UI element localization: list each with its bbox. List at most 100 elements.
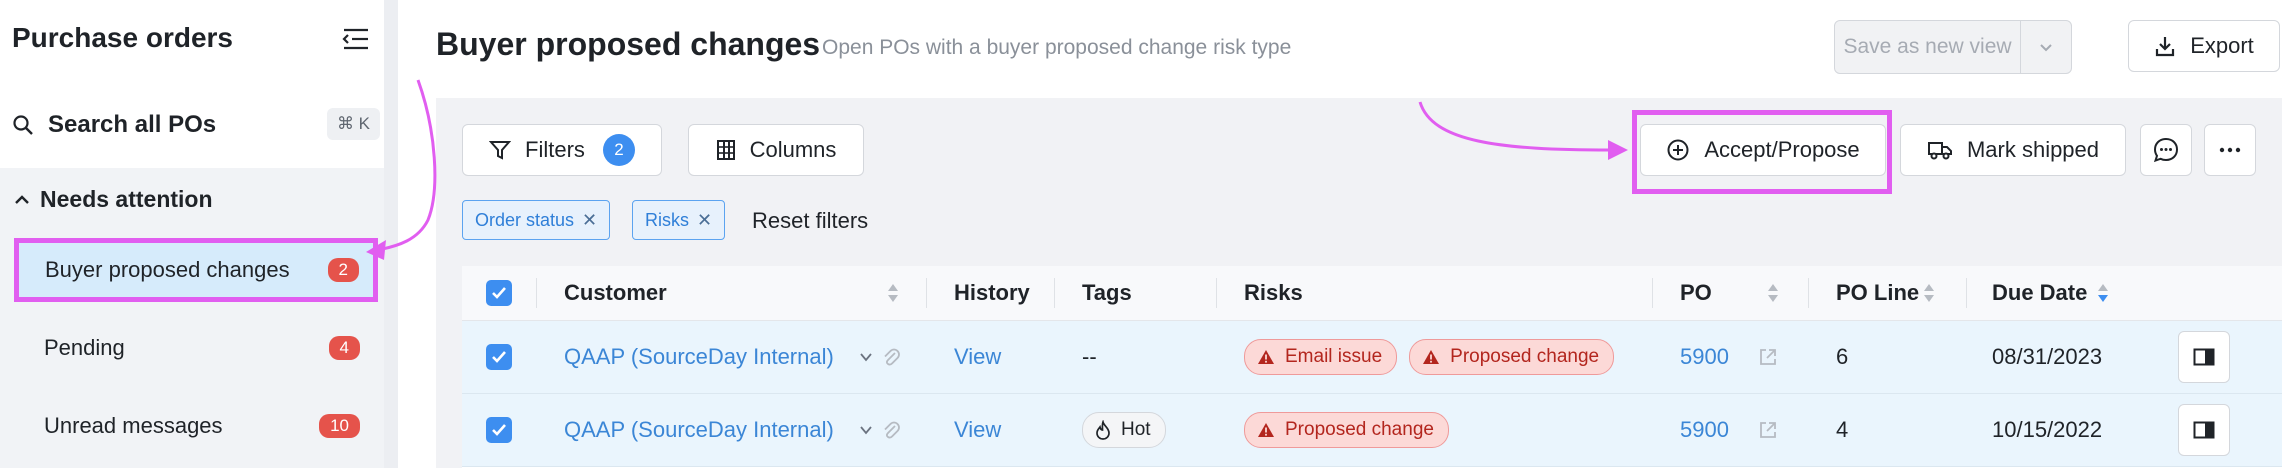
due-date-value: 10/15/2022 <box>1992 417 2103 442</box>
table-row[interactable]: QAAP (SourceDay Internal) View -- Email … <box>462 321 2282 394</box>
save-view-label: Save as new view <box>1835 21 2021 73</box>
column-header-history[interactable]: History <box>954 266 1030 320</box>
po-link[interactable]: 5900 <box>1680 321 1729 393</box>
count-badge: 2 <box>327 258 359 282</box>
sidebar-item-label: Pending <box>44 335 125 360</box>
save-as-new-view-button[interactable]: Save as new view <box>1834 20 2072 74</box>
chip-label: Order status <box>475 209 575 230</box>
page-title: Buyer proposed changes <box>436 26 821 62</box>
annotation-highlight-box <box>1632 110 1892 194</box>
needs-attention-section: Needs attention Buyer proposed changes 2… <box>0 168 384 468</box>
sort-descending-icon[interactable] <box>2096 282 2110 304</box>
risk-badge-proposed-change: Proposed change <box>1244 412 1449 448</box>
select-all-checkbox[interactable] <box>486 266 512 320</box>
chevron-down-icon[interactable] <box>858 349 874 365</box>
paperclip-icon[interactable] <box>882 420 900 440</box>
columns-button[interactable]: Columns <box>688 124 864 176</box>
columns-label: Columns <box>749 137 837 162</box>
table-row[interactable]: QAAP (SourceDay Internal) View Hot Propo… <box>462 394 2282 467</box>
warning-icon <box>1258 350 1274 364</box>
column-header-risks[interactable]: Risks <box>1244 266 1303 320</box>
warning-icon <box>1258 423 1274 437</box>
external-link-icon[interactable] <box>1758 420 1778 440</box>
row-checkbox[interactable] <box>486 394 512 466</box>
tag-hot[interactable]: Hot <box>1082 412 1166 448</box>
filter-chip-order-status[interactable]: Order status ✕ <box>462 200 611 240</box>
filter-chip-risks[interactable]: Risks ✕ <box>632 200 726 240</box>
section-label: Needs attention <box>40 186 213 212</box>
due-date-value: 08/31/2023 <box>1992 344 2103 369</box>
filters-label: Filters <box>525 137 585 162</box>
chat-bubble-icon <box>2153 137 2179 163</box>
close-icon[interactable]: ✕ <box>582 210 597 231</box>
tags-cell: Hot <box>1082 394 1166 466</box>
column-header-tags[interactable]: Tags <box>1082 266 1132 320</box>
po-line-value: 4 <box>1836 417 1849 442</box>
sidebar: Purchase orders Search all POs ⌘ K Needs… <box>0 0 398 468</box>
ellipsis-icon <box>2219 147 2241 153</box>
risks-cell: Proposed change <box>1244 394 1461 466</box>
filters-count-badge: 2 <box>602 134 635 166</box>
customer-link[interactable]: QAAP (SourceDay Internal) <box>564 394 834 466</box>
chevron-down-icon[interactable] <box>858 422 874 438</box>
messages-button[interactable] <box>2140 124 2192 176</box>
search-all-pos[interactable]: Search all POs ⌘ K <box>10 104 380 146</box>
export-label: Export <box>2190 33 2254 58</box>
truck-icon <box>1927 142 1952 160</box>
columns-icon <box>716 140 735 160</box>
warning-icon <box>1423 350 1440 364</box>
search-icon <box>13 115 33 135</box>
po-link[interactable]: 5900 <box>1680 394 1729 466</box>
sidebar-item-label: Buyer proposed changes <box>45 257 290 282</box>
reset-filters-link[interactable]: Reset filters <box>752 208 868 234</box>
download-icon <box>2156 37 2175 57</box>
po-table: Customer History Tags Risks PO PO Line D… <box>462 266 2282 468</box>
tags-empty: -- <box>1082 344 1097 369</box>
sidebar-title: Purchase orders <box>12 22 233 53</box>
open-panel-button[interactable] <box>2178 394 2230 466</box>
table-header: Customer History Tags Risks PO PO Line D… <box>462 266 2282 321</box>
sort-icon[interactable] <box>886 282 900 304</box>
export-button[interactable]: Export <box>2128 20 2280 72</box>
collapse-sidebar-icon[interactable] <box>340 24 374 54</box>
history-view-link[interactable]: View <box>954 394 1001 466</box>
risks-cell: Email issue Proposed change <box>1244 321 1626 393</box>
search-label: Search all POs <box>48 111 217 138</box>
row-checkbox[interactable] <box>486 321 512 393</box>
column-header-customer[interactable]: Customer <box>564 266 667 320</box>
column-header-po-line[interactable]: PO Line <box>1836 266 1919 320</box>
chevron-up-icon <box>15 194 29 204</box>
sidebar-item-unread-messages[interactable]: Unread messages 10 <box>16 394 376 458</box>
history-view-link[interactable]: View <box>954 321 1001 393</box>
column-header-po[interactable]: PO <box>1680 266 1712 320</box>
risk-badge-email-issue: Email issue <box>1244 339 1398 375</box>
sort-icon[interactable] <box>1766 282 1780 304</box>
open-panel-button[interactable] <box>2178 321 2230 393</box>
more-options-button[interactable] <box>2204 124 2256 176</box>
external-link-icon[interactable] <box>1758 347 1778 367</box>
close-icon[interactable]: ✕ <box>697 210 712 231</box>
sort-icon[interactable] <box>1922 282 1936 304</box>
flame-icon <box>1096 420 1110 440</box>
sidebar-scrollbar[interactable] <box>384 0 398 468</box>
po-line-value: 6 <box>1836 344 1849 369</box>
count-badge: 10 <box>319 414 360 438</box>
column-header-due-date[interactable]: Due Date <box>1992 266 2087 320</box>
mark-shipped-label: Mark shipped <box>1966 137 2100 162</box>
chip-label: Risks <box>645 209 689 230</box>
sidebar-item-label: Unread messages <box>44 413 223 438</box>
sidebar-item-buyer-proposed-changes[interactable]: Buyer proposed changes 2 <box>14 238 378 302</box>
filter-icon <box>489 141 512 160</box>
needs-attention-toggle[interactable]: Needs attention <box>12 186 213 213</box>
risk-badge-proposed-change: Proposed change <box>1409 339 1615 375</box>
mark-shipped-button[interactable]: Mark shipped <box>1900 124 2126 176</box>
chevron-down-icon[interactable] <box>2021 38 2071 56</box>
side-panel-icon <box>2193 421 2215 439</box>
side-panel-icon <box>2193 348 2215 366</box>
paperclip-icon[interactable] <box>882 347 900 367</box>
sidebar-item-pending[interactable]: Pending 4 <box>16 316 376 380</box>
filters-button[interactable]: Filters 2 <box>462 124 662 176</box>
count-badge: 4 <box>328 336 360 360</box>
customer-link[interactable]: QAAP (SourceDay Internal) <box>564 321 834 393</box>
search-shortcut: ⌘ K <box>326 108 380 140</box>
